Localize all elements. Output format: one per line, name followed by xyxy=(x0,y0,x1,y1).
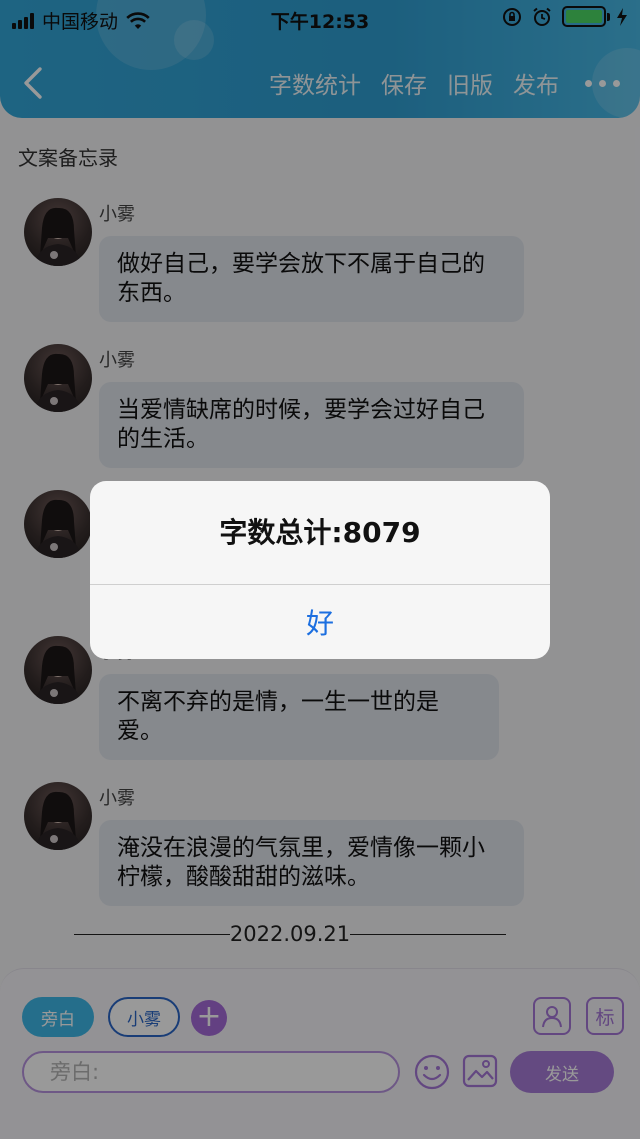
ok-button[interactable]: 好 xyxy=(90,585,550,659)
word-count-alert: 字数总计:8079 好 xyxy=(90,481,550,659)
alert-title: 字数总计:8079 xyxy=(219,516,421,549)
